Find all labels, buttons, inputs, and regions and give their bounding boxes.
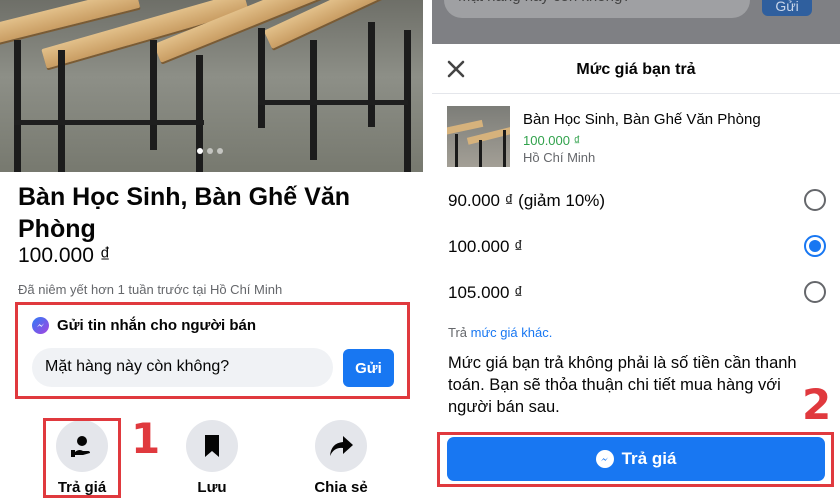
- message-seller-label: Gửi tin nhắn cho người bán: [57, 317, 257, 334]
- share-icon: [315, 420, 367, 472]
- message-seller-box: Gửi tin nhắn cho người bán Mặt hàng này …: [15, 302, 410, 399]
- save-action[interactable]: Lưu: [172, 420, 252, 496]
- product-price: 100.000 ₫: [523, 133, 581, 148]
- offer-sheet: Mức giá bạn trả Bàn Học Sinh, Bàn Ghế Vă…: [432, 44, 840, 500]
- messenger-icon: [32, 317, 49, 334]
- submit-offer-label: Trả giá: [621, 449, 677, 468]
- table-rail: [258, 100, 408, 105]
- offer-screen: Mặt hàng này còn không? Gửi Mức giá bạn …: [432, 0, 840, 500]
- offer-option-1[interactable]: 90.000 ₫ (giảm 10%): [448, 186, 826, 214]
- table-leg: [150, 40, 157, 150]
- table-leg: [196, 55, 203, 172]
- radio-button[interactable]: [804, 281, 826, 303]
- photo-pagination: [197, 148, 223, 154]
- table-leg: [258, 28, 265, 128]
- message-seller-heading: Gửi tin nhắn cho người bán: [32, 317, 256, 334]
- listing-price: 100.000 ₫: [18, 244, 111, 267]
- table-rail: [14, 120, 204, 125]
- offer-option-label: 90.000 ₫ (giảm 10%): [448, 191, 606, 210]
- product-thumbnail: [447, 106, 510, 167]
- messenger-icon: [595, 450, 614, 468]
- share-label: Chia sẻ: [314, 479, 368, 496]
- message-input[interactable]: Mặt hàng này còn không?: [32, 348, 333, 387]
- save-label: Lưu: [197, 479, 227, 496]
- other-price-link[interactable]: mức giá khác.: [471, 325, 553, 340]
- listing-photo[interactable]: [0, 0, 423, 172]
- submit-offer-button[interactable]: Trả giá: [447, 437, 825, 481]
- share-action[interactable]: Chia sẻ: [301, 420, 381, 496]
- listing-title: Bàn Học Sinh, Bàn Ghế Văn Phòng: [18, 183, 350, 243]
- table-leg: [58, 50, 65, 172]
- background-send-button: Gửi: [762, 0, 812, 16]
- make-offer-highlight: [43, 418, 121, 498]
- bookmark-icon: [186, 420, 238, 472]
- product-name: Bàn Học Sinh, Bàn Ghế Văn Phòng: [523, 111, 761, 128]
- sheet-header: Mức giá bạn trả: [432, 44, 840, 94]
- radio-button[interactable]: [804, 189, 826, 211]
- offer-option-2[interactable]: 100.000 ₫: [448, 232, 826, 260]
- radio-button-selected[interactable]: [804, 235, 826, 257]
- send-button[interactable]: Gửi: [343, 349, 394, 387]
- offer-option-label: 100.000 ₫: [448, 237, 523, 256]
- offer-note: Mức giá bạn trả không phải là số tiền cầ…: [448, 354, 797, 416]
- dimmed-background: Mặt hàng này còn không? Gửi: [432, 0, 840, 44]
- product-location: Hồ Chí Minh: [523, 150, 596, 165]
- listing-screen: Bàn Học Sinh, Bàn Ghế Văn Phòng 100.000 …: [0, 0, 423, 500]
- background-message-input: Mặt hàng này còn không?: [444, 0, 750, 18]
- other-price-prefix: Trả: [448, 325, 471, 340]
- step-number-1: 1: [131, 414, 161, 463]
- table-leg: [368, 22, 375, 127]
- offer-option-label: 105.000 ₫: [448, 283, 523, 302]
- table-leg: [14, 40, 21, 172]
- step-number-2: 2: [802, 380, 832, 429]
- listing-posted-info: Đã niêm yết hơn 1 tuần trước tại Hồ Chí …: [18, 282, 283, 297]
- offer-option-3[interactable]: 105.000 ₫: [448, 278, 826, 306]
- sheet-title: Mức giá bạn trả: [576, 61, 696, 78]
- other-price-text: Trả mức giá khác.: [448, 325, 552, 340]
